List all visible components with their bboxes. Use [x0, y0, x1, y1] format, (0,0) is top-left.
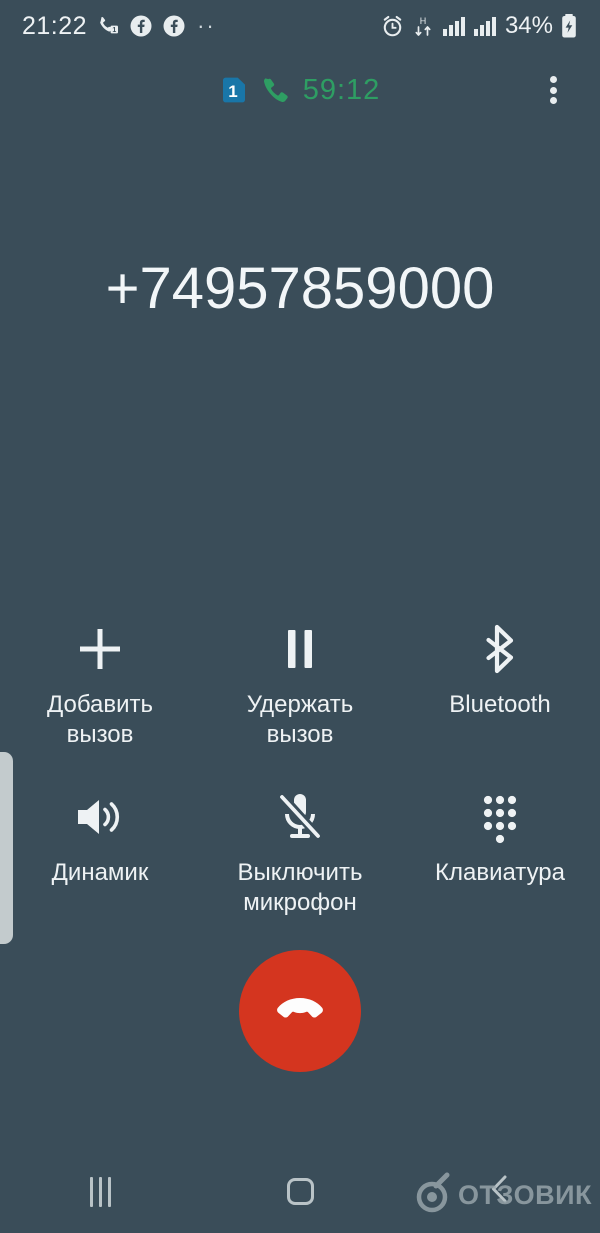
call-controls-row-1: Добавить вызов Удержать вызов Bluetooth [0, 620, 600, 750]
alarm-icon [380, 14, 405, 39]
status-bar-right-group: H 34% [380, 12, 578, 40]
recents-bar [89, 1176, 93, 1207]
hold-call-label: Удержать вызов [246, 691, 354, 748]
edge-panel-handle[interactable] [0, 752, 13, 944]
call-controls-grid: Добавить вызов Удержать вызов Bluetooth … [0, 620, 600, 918]
keypad-button[interactable]: Клавиатура [400, 788, 600, 918]
back-icon [487, 1174, 513, 1209]
mic-off-icon [272, 788, 328, 846]
signal-bars-icon-sim2 [473, 15, 497, 37]
svg-text:H: H [420, 16, 427, 26]
call-controls-row-2: Динамик Выключить микрофон Клавиатура [0, 788, 600, 918]
overflow-menu-button[interactable] [536, 73, 570, 107]
battery-percent-label: 34% [504, 12, 553, 39]
bluetooth-label: Bluetooth [449, 691, 551, 718]
battery-charging-icon [560, 13, 578, 39]
facebook-icon [162, 14, 186, 38]
end-call-button[interactable] [239, 950, 361, 1072]
back-button[interactable] [400, 1150, 600, 1233]
call-header: 1 59:12 [0, 62, 600, 118]
speaker-button[interactable]: Динамик [0, 788, 200, 918]
caller-number: +74957859000 [105, 256, 495, 321]
recents-bar [98, 1176, 102, 1207]
home-button[interactable] [200, 1150, 400, 1233]
overflow-dot [549, 86, 557, 94]
bluetooth-button[interactable]: Bluetooth [400, 620, 600, 750]
status-bar-left-group: 21:22 1 ·· [22, 12, 216, 41]
hspa-data-icon: H [412, 14, 435, 39]
pause-icon [272, 620, 328, 678]
missed-call-icon: 1 [96, 14, 120, 38]
phone-handset-icon [261, 76, 290, 105]
recents-button[interactable] [0, 1150, 200, 1233]
signal-bars-icon-sim1 [442, 15, 466, 37]
sim-badge-icon: 1 [220, 76, 248, 104]
more-notifications-icon: ·· [197, 13, 216, 38]
status-bar-clock: 21:22 [22, 11, 88, 40]
call-duration: 59:12 [302, 73, 381, 106]
speaker-label: Динамик [51, 859, 149, 886]
overflow-dot [549, 97, 557, 104]
home-icon [286, 1178, 314, 1205]
add-call-label: Добавить вызов [46, 691, 154, 748]
end-call-handset-icon [269, 979, 331, 1044]
call-screen: 21:22 1 ·· H 34% 1 59:12 +74957859000 До… [0, 0, 600, 1233]
navigation-bar [0, 1150, 600, 1233]
recents-bar [107, 1176, 111, 1207]
status-bar: 21:22 1 ·· H 34% [0, 0, 600, 52]
call-status-group: 1 59:12 [0, 62, 600, 118]
sim-badge-label: 1 [228, 82, 237, 101]
svg-text:1: 1 [112, 27, 116, 34]
facebook-icon [129, 14, 153, 38]
recents-icon [89, 1176, 111, 1207]
mute-mic-button[interactable]: Выключить микрофон [200, 788, 400, 918]
overflow-dot [549, 76, 557, 83]
speaker-icon [72, 788, 128, 846]
plus-icon [72, 620, 128, 678]
add-call-button[interactable]: Добавить вызов [0, 620, 200, 750]
keypad-label: Клавиатура [435, 859, 565, 886]
hold-call-button[interactable]: Удержать вызов [200, 620, 400, 750]
dialpad-icon [472, 788, 528, 846]
mute-mic-label: Выключить микрофон [237, 859, 363, 916]
bluetooth-icon [472, 620, 528, 678]
